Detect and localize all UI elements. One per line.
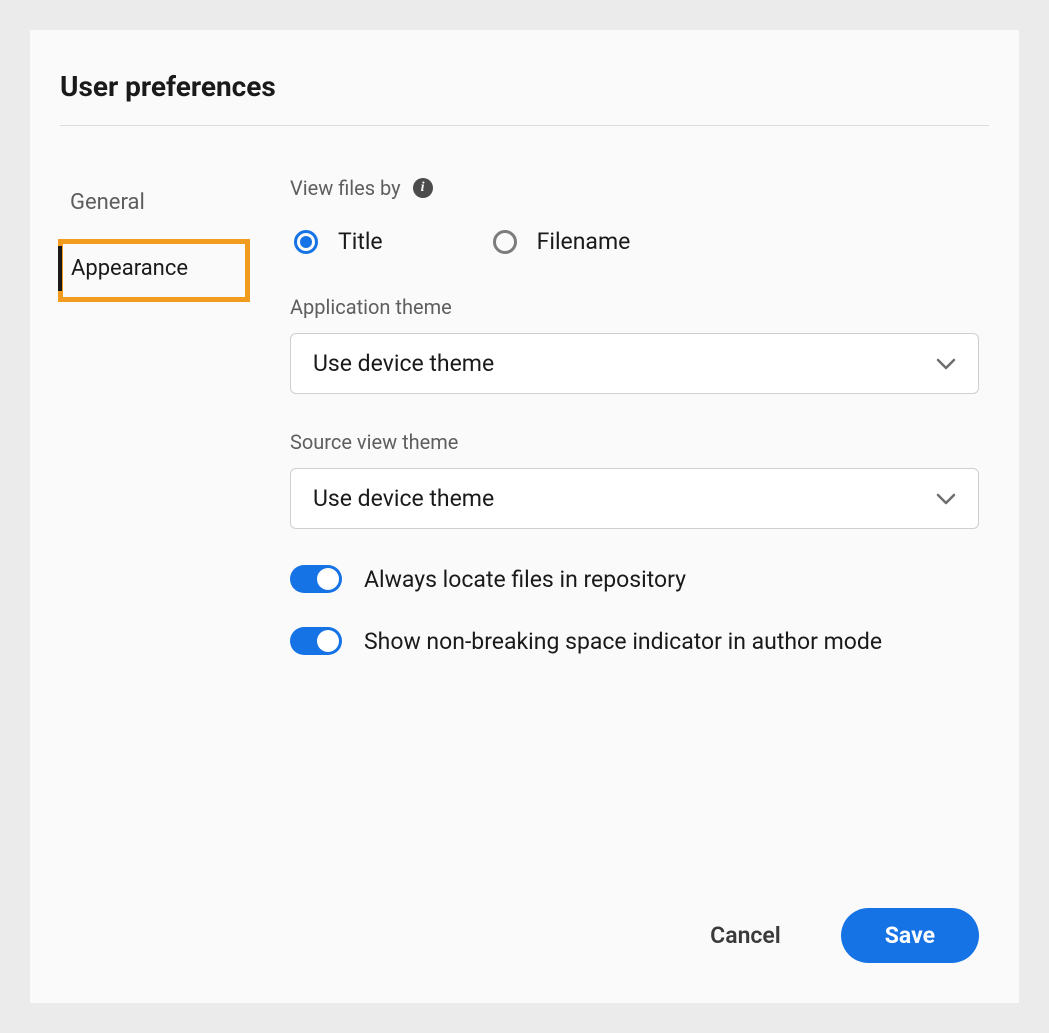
sidebar-item-label: General	[70, 190, 145, 215]
toggle-switch-nbsp-indicator[interactable]	[290, 627, 342, 655]
sidebar-item-appearance[interactable]: Appearance	[58, 239, 250, 302]
sidebar: General Appearance	[60, 176, 250, 689]
application-theme-select[interactable]: Use device theme	[290, 333, 979, 394]
source-view-theme-label: Source view theme	[290, 430, 979, 454]
toggle-label: Always locate files in repository	[364, 566, 686, 593]
toggle-nbsp-indicator: Show non-breaking space indicator in aut…	[290, 627, 979, 655]
select-value: Use device theme	[313, 350, 494, 377]
radio-indicator	[493, 230, 517, 254]
radio-indicator	[294, 230, 318, 254]
divider	[60, 125, 989, 126]
save-button[interactable]: Save	[841, 908, 979, 963]
cancel-button[interactable]: Cancel	[710, 922, 781, 949]
chevron-down-icon	[936, 493, 956, 505]
select-value: Use device theme	[313, 485, 494, 512]
radio-label: Filename	[537, 228, 631, 255]
preferences-panel: User preferences General Appearance View…	[30, 30, 1019, 1003]
main-settings: View files by i Title Filename Applicati…	[290, 176, 989, 689]
footer-actions: Cancel Save	[710, 908, 979, 963]
view-files-by-radio-group: Title Filename	[290, 228, 979, 255]
section-label-text: View files by	[290, 176, 401, 200]
radio-title[interactable]: Title	[294, 228, 383, 255]
toggle-label: Show non-breaking space indicator in aut…	[364, 628, 882, 655]
content-area: General Appearance View files by i Title…	[40, 176, 989, 689]
view-files-by-label: View files by i	[290, 176, 979, 200]
radio-label: Title	[338, 228, 383, 255]
sidebar-item-general[interactable]: General	[60, 180, 250, 225]
radio-filename[interactable]: Filename	[493, 228, 631, 255]
page-title: User preferences	[60, 70, 989, 103]
sidebar-item-label: Appearance	[71, 256, 188, 281]
info-icon[interactable]: i	[413, 178, 433, 198]
toggle-switch-locate-files[interactable]	[290, 565, 342, 593]
source-view-theme-select[interactable]: Use device theme	[290, 468, 979, 529]
chevron-down-icon	[936, 358, 956, 370]
toggle-locate-files: Always locate files in repository	[290, 565, 979, 593]
application-theme-label: Application theme	[290, 295, 979, 319]
